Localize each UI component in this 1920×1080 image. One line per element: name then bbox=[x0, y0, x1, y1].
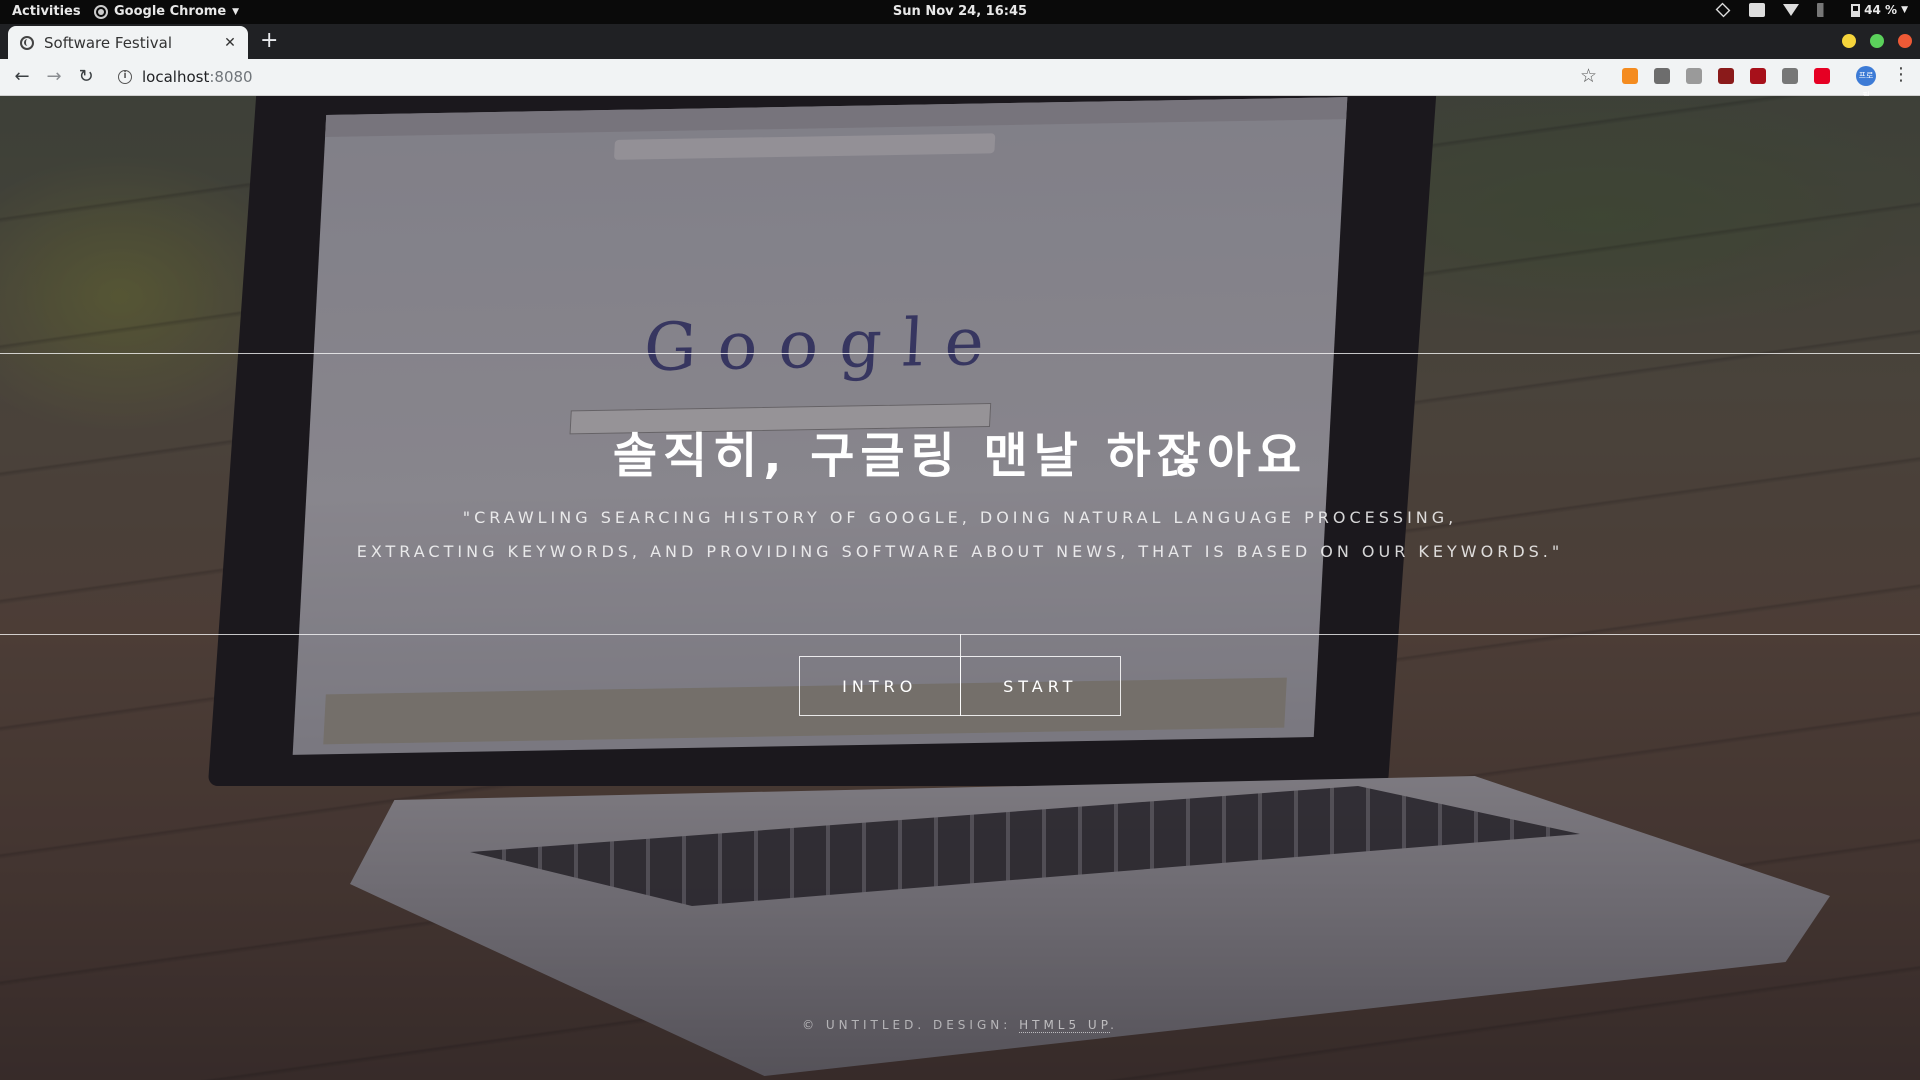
subtitle-line-2: EXTRACTING KEYWORDS, AND PROVIDING SOFTW… bbox=[356, 542, 1564, 561]
red-square-ext-icon[interactable] bbox=[1718, 68, 1734, 84]
app-menu[interactable]: Google Chrome ▼ bbox=[94, 4, 239, 19]
chevron-down-icon: ▼ bbox=[1901, 5, 1908, 15]
globe-icon bbox=[20, 35, 34, 50]
window-ext-icon[interactable] bbox=[1686, 68, 1702, 84]
url-port: :8080 bbox=[209, 68, 253, 86]
page-title: 솔직히, 구글링 맨날 하잖아요 bbox=[612, 428, 1308, 484]
activities-button[interactable]: Activities bbox=[12, 4, 81, 19]
pinterest-ext-icon[interactable] bbox=[1814, 68, 1830, 84]
divider-top bbox=[0, 353, 1920, 354]
footer-credit-link[interactable]: HTML5 UP bbox=[1019, 1018, 1111, 1033]
web-page: G o o g l e 솔직히, 구글링 맨날 하잖아요 "CRAWLING S… bbox=[0, 96, 1920, 1080]
subtitle-line-1: "CRAWLING SEARCING HISTORY OF GOOGLE, DO… bbox=[462, 508, 1458, 527]
app-menu-label: Google Chrome bbox=[114, 4, 227, 19]
site-info-icon[interactable]: i bbox=[118, 70, 132, 84]
window-controls bbox=[1842, 34, 1912, 48]
system-top-bar: Activities Google Chrome ▼ Sun Nov 24, 1… bbox=[0, 0, 1920, 24]
chrome-icon bbox=[94, 4, 108, 19]
start-button[interactable]: START bbox=[959, 657, 1121, 715]
minimize-button[interactable] bbox=[1842, 34, 1856, 48]
tab-title: Software Festival bbox=[44, 33, 173, 52]
ublock-ext-icon[interactable] bbox=[1750, 68, 1766, 84]
close-window-button[interactable] bbox=[1898, 34, 1912, 48]
button-divider bbox=[960, 634, 961, 716]
footer-period: . bbox=[1110, 1018, 1118, 1032]
battery-indicator: 44 % ▼ bbox=[1851, 3, 1908, 17]
back-button[interactable]: ← bbox=[10, 65, 34, 89]
maximize-button[interactable] bbox=[1870, 34, 1884, 48]
volume-icon bbox=[1817, 3, 1834, 17]
clock[interactable]: Sun Nov 24, 16:45 bbox=[0, 4, 1920, 19]
url-host: localhost bbox=[142, 68, 210, 86]
profile-avatar[interactable]: 프로필 bbox=[1856, 66, 1876, 100]
wifi-icon bbox=[1783, 4, 1800, 16]
battery-percent: 44 % bbox=[1864, 3, 1898, 17]
tab-strip: Software Festival ✕ + bbox=[0, 24, 1920, 59]
new-tab-button[interactable]: + bbox=[260, 30, 278, 52]
reload-button[interactable]: ↻ bbox=[74, 65, 98, 89]
tab-software-festival[interactable]: Software Festival ✕ bbox=[8, 26, 248, 59]
system-tray[interactable]: 44 % ▼ bbox=[1715, 2, 1908, 18]
background-overlay bbox=[0, 96, 1920, 1080]
s-ext-icon[interactable] bbox=[1782, 68, 1798, 84]
chevron-down-icon: ▼ bbox=[232, 6, 240, 17]
browser-toolbar: ← → ↻ i localhost:8080 ☆ 프로필 ⋮ bbox=[0, 59, 1920, 100]
rss-ext-icon[interactable] bbox=[1622, 68, 1638, 84]
close-icon[interactable]: ✕ bbox=[222, 35, 238, 51]
footer-copyright-text: © UNTITLED. DESIGN: bbox=[802, 1018, 1020, 1032]
footer-copyright: © UNTITLED. DESIGN: HTML5 UP. bbox=[0, 1018, 1920, 1033]
address-bar[interactable]: localhost:8080 bbox=[142, 68, 253, 86]
notes-icon[interactable] bbox=[1749, 3, 1766, 17]
intro-button[interactable]: INTRO bbox=[800, 657, 960, 715]
dropbox-icon[interactable] bbox=[1715, 2, 1731, 18]
battery-icon bbox=[1851, 3, 1861, 17]
bookmark-star-icon[interactable]: ☆ bbox=[1580, 65, 1597, 87]
chrome-menu-icon[interactable]: ⋮ bbox=[1892, 64, 1910, 85]
forward-button[interactable]: → bbox=[42, 65, 66, 89]
reader-ext-icon[interactable] bbox=[1654, 68, 1670, 84]
